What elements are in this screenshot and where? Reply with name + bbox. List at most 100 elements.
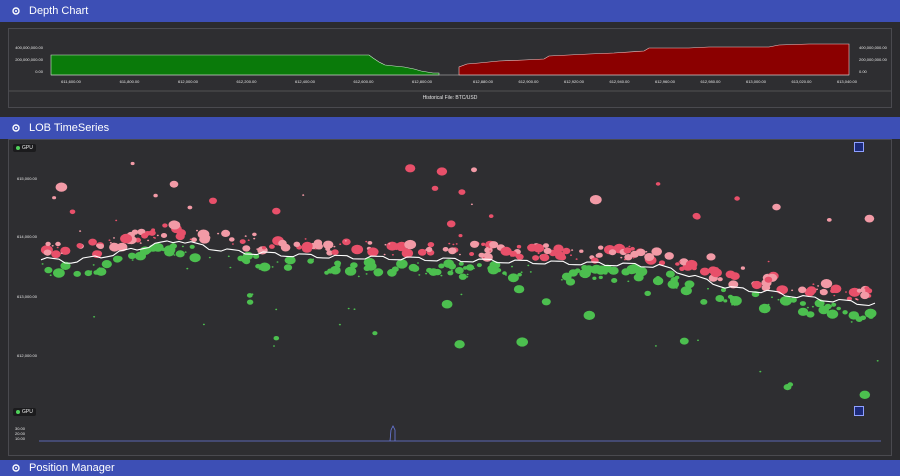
ask-point xyxy=(69,209,76,215)
ask-point xyxy=(455,243,458,245)
ask-point xyxy=(516,244,522,249)
y-tick-label: 615,000.00 xyxy=(17,176,38,181)
bid-point xyxy=(876,360,879,362)
bid-point xyxy=(598,275,603,280)
bid-point xyxy=(418,274,421,276)
bid-point xyxy=(783,384,792,391)
x-tick-label: 612,980.00 xyxy=(700,79,721,84)
bid-point xyxy=(560,279,563,281)
y-tick-label: 0.00 xyxy=(859,69,868,74)
bid-point xyxy=(520,271,523,273)
ask-point xyxy=(575,258,578,260)
ask-point xyxy=(537,252,540,255)
bid-point xyxy=(579,268,591,279)
bid-point xyxy=(93,316,96,318)
bid-point xyxy=(771,296,773,298)
ask-point xyxy=(469,252,475,256)
x-tick-label: 613,020.00 xyxy=(791,79,812,84)
ask-point xyxy=(589,195,602,205)
ask-point xyxy=(333,245,336,248)
ask-point xyxy=(596,252,603,258)
ask-point xyxy=(130,161,135,166)
bid-point xyxy=(700,299,708,305)
x-tick-label: 612,880.00 xyxy=(473,79,494,84)
bid-point xyxy=(246,293,253,298)
x-tick-label: 612,940.00 xyxy=(609,79,630,84)
ask-point xyxy=(675,262,680,266)
ask-point xyxy=(96,243,101,248)
bid-point xyxy=(868,314,874,319)
gear-icon[interactable] xyxy=(11,463,21,473)
bid-point xyxy=(490,266,498,272)
bid-point xyxy=(824,303,832,310)
x-tick-label: 612,000.00 xyxy=(178,79,199,84)
ask-point xyxy=(367,241,373,245)
bid-point xyxy=(496,268,502,273)
ask-point xyxy=(553,244,564,253)
chart-menu-button[interactable] xyxy=(854,142,864,152)
bid-point xyxy=(92,264,95,266)
ask-point xyxy=(339,243,342,245)
gear-icon[interactable] xyxy=(11,123,21,133)
ask-point xyxy=(772,203,781,211)
y-tick-label: 200,000,000.00 xyxy=(859,57,888,62)
ask-point xyxy=(384,243,387,246)
lob-header: LOB TimeSeries xyxy=(0,117,900,139)
ask-point xyxy=(692,212,701,220)
bid-point xyxy=(799,301,807,306)
position-manager-header: Position Manager xyxy=(0,460,900,476)
ask-point xyxy=(717,277,723,282)
panel-title: Position Manager xyxy=(29,462,115,474)
bid-point xyxy=(697,339,699,342)
bid-point xyxy=(189,244,195,249)
volume-menu-button[interactable] xyxy=(854,406,864,416)
bid-point xyxy=(593,276,596,279)
ask-point xyxy=(55,182,68,192)
bid-point xyxy=(275,308,278,311)
gpu-badge-volume[interactable]: GPU xyxy=(13,408,36,416)
bid-point xyxy=(441,299,453,309)
ask-point xyxy=(628,245,631,248)
depth-chart: 400,000,000.00 200,000,000.00 0.00 400,000… xyxy=(9,43,891,101)
bid-point xyxy=(246,299,254,305)
bid-point xyxy=(583,310,595,320)
ask-point xyxy=(55,241,61,247)
gpu-badge[interactable]: GPU xyxy=(13,144,36,152)
bid-depth-area xyxy=(50,54,440,76)
ask-point xyxy=(153,193,158,198)
ask-point xyxy=(109,242,120,252)
ask-point xyxy=(342,238,351,246)
bid-point xyxy=(276,261,279,263)
bid-point xyxy=(338,323,341,326)
ask-point xyxy=(176,229,184,235)
ask-point xyxy=(301,244,313,253)
bid-point xyxy=(686,284,689,287)
bid-point xyxy=(259,262,271,272)
bid-point xyxy=(790,297,797,303)
ask-point xyxy=(791,289,794,292)
ask-point xyxy=(231,243,234,245)
depth-chart-header: Depth Chart xyxy=(0,0,900,22)
ask-point xyxy=(624,254,633,261)
gear-icon[interactable] xyxy=(11,6,21,16)
ask-point xyxy=(655,182,661,186)
ask-point xyxy=(169,180,179,188)
depth-caption: Historical File: BTC/USD xyxy=(423,95,478,101)
ask-point xyxy=(395,248,398,251)
panel-title: LOB TimeSeries xyxy=(29,122,110,134)
bid-point xyxy=(463,266,468,270)
ask-point xyxy=(196,229,198,232)
ask-point xyxy=(148,230,156,236)
x-tick-label: 613,000.00 xyxy=(746,79,767,84)
ask-point xyxy=(608,249,617,256)
bid-point xyxy=(208,256,211,259)
ask-point xyxy=(452,243,455,246)
bid-point xyxy=(202,323,205,326)
volume-spike xyxy=(389,425,396,442)
bid-point xyxy=(372,331,378,336)
ask-point xyxy=(221,229,231,237)
ask-point xyxy=(229,237,235,242)
bid-point xyxy=(131,259,134,261)
bid-point xyxy=(330,265,341,275)
ask-point xyxy=(139,242,142,244)
